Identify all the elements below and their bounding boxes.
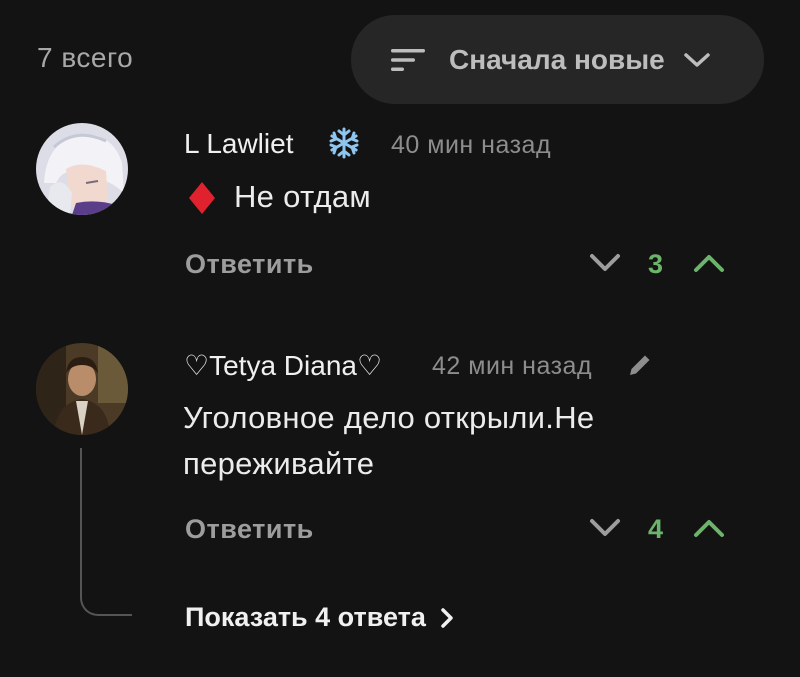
upvote-icon[interactable]: [693, 253, 725, 273]
sort-button[interactable]: Сначала новые: [351, 15, 764, 104]
chevron-down-icon: [683, 52, 710, 67]
username[interactable]: L Lawliet: [184, 128, 293, 160]
red-diamond-icon: [189, 182, 215, 214]
show-replies-button[interactable]: Показать 4 ответа: [185, 602, 454, 633]
snowflake-icon: [329, 127, 359, 159]
downvote-icon[interactable]: [589, 518, 621, 538]
upvote-icon[interactable]: [693, 518, 725, 538]
comment-text-line-2: переживайте: [183, 446, 375, 481]
avatar[interactable]: [36, 343, 128, 435]
pencil-icon: [630, 355, 650, 375]
avatar[interactable]: [36, 123, 128, 215]
sort-icon: [391, 48, 425, 71]
sort-label: Сначала новые: [449, 43, 665, 75]
show-replies-label: Показать 4 ответа: [185, 602, 426, 632]
comment-time: 42 мин назад: [432, 352, 593, 380]
comment-text: Не отдам: [234, 179, 372, 214]
comments-section: 7 всего Сначала новые L Lawliet 40 мин н…: [0, 0, 800, 677]
thread-line: [80, 448, 132, 616]
username[interactable]: ♡Tetya Diana♡: [184, 349, 382, 382]
avatar-image: [36, 123, 128, 215]
avatar-image: [36, 343, 128, 435]
comment-time: 40 мин назад: [391, 131, 552, 159]
downvote-icon[interactable]: [589, 253, 621, 273]
vote-count: 3: [648, 249, 664, 279]
comments-total-count: 7 всего: [37, 42, 134, 73]
vote-count: 4: [648, 514, 664, 544]
chevron-right-icon: [441, 607, 453, 628]
reply-button[interactable]: Ответить: [185, 514, 314, 545]
comment-text-line-1: Уголовное дело открыли.Не: [183, 400, 595, 435]
reply-button[interactable]: Ответить: [185, 249, 314, 280]
